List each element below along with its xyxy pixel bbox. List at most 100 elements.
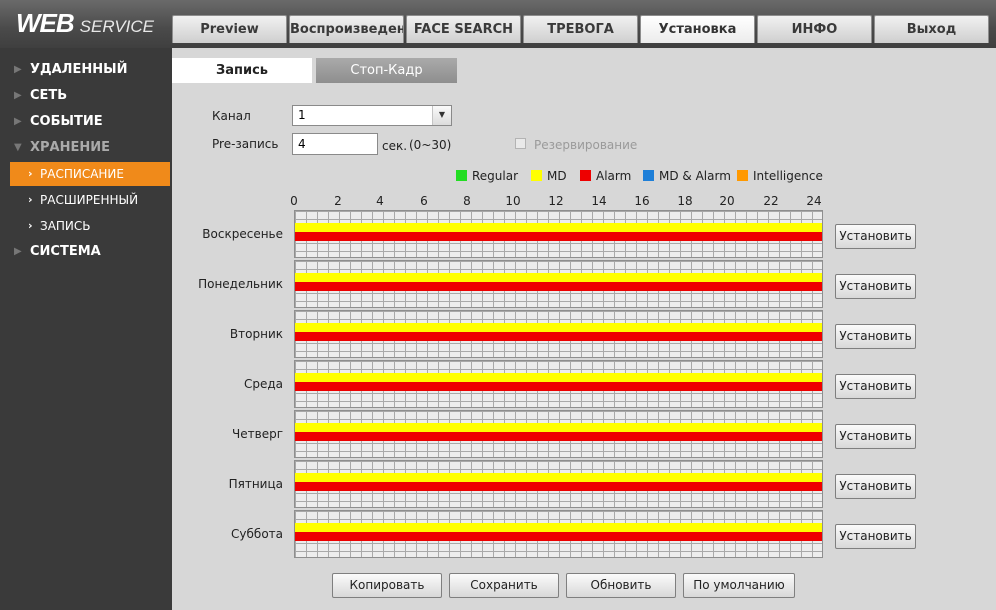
legend-swatch xyxy=(531,170,542,181)
alarm-segment xyxy=(295,382,822,391)
chevron-right-icon: › xyxy=(28,193,33,206)
day-timeline-wednesday[interactable] xyxy=(294,360,823,408)
sidebar-subitem-record[interactable]: › ЗАПИСЬ xyxy=(10,214,170,238)
sidebar: ▶ УДАЛЕННЫЙ ▶ СЕТЬ ▶ СОБЫТИЕ ▼ ХРАНЕНИЕ … xyxy=(0,48,172,610)
md-segment xyxy=(295,523,822,532)
day-label-sunday: Воскресенье xyxy=(202,227,283,241)
legend-label: Alarm xyxy=(596,169,632,183)
day-label-thursday: Четверг xyxy=(232,427,283,441)
refresh-button[interactable]: Обновить xyxy=(566,573,676,598)
hour-label: 18 xyxy=(677,194,693,208)
hour-label: 6 xyxy=(420,194,428,208)
tab-setup[interactable]: Установка xyxy=(640,15,755,43)
md-segment xyxy=(295,423,822,432)
hour-label: 24 xyxy=(806,194,822,208)
legend-alarm: Alarm xyxy=(580,169,631,183)
md-segment xyxy=(295,323,822,332)
set-button-wednesday[interactable]: Установить xyxy=(835,374,916,399)
day-timeline-tuesday[interactable] xyxy=(294,310,823,358)
prerecord-unit: сек. xyxy=(382,139,408,153)
hour-label: 16 xyxy=(634,194,650,208)
day-timeline-friday[interactable] xyxy=(294,460,823,508)
tab-preview[interactable]: Preview xyxy=(172,15,287,43)
md-segment xyxy=(295,473,822,482)
set-button-thursday[interactable]: Установить xyxy=(835,424,916,449)
channel-label: Канал xyxy=(212,109,251,123)
prerecord-input[interactable]: 4 xyxy=(292,133,378,155)
alarm-segment xyxy=(295,432,822,441)
sidebar-item-label: УДАЛЕННЫЙ xyxy=(30,62,128,77)
legend-swatch xyxy=(643,170,654,181)
hour-label: 14 xyxy=(591,194,607,208)
day-timeline-sunday[interactable] xyxy=(294,210,823,258)
logo-main: WEB xyxy=(16,8,75,38)
save-button[interactable]: Сохранить xyxy=(449,573,559,598)
sidebar-subitem-label: РАСПИСАНИЕ xyxy=(40,167,124,181)
sidebar-item-remote[interactable]: ▶ УДАЛЕННЫЙ xyxy=(0,58,172,82)
chevron-down-icon: ▼ xyxy=(432,106,451,125)
alarm-segment xyxy=(295,482,822,491)
sidebar-item-network[interactable]: ▶ СЕТЬ xyxy=(0,84,172,108)
subtab-snapshot[interactable]: Стоп-Кадр xyxy=(316,58,457,83)
alarm-segment xyxy=(295,232,822,241)
reserve-label: Резервирование xyxy=(534,138,638,152)
tab-info[interactable]: ИНФО xyxy=(757,15,872,43)
content-area: Запись Стоп-Кадр Канал 1 ▼ Pre-запись 4 … xyxy=(172,48,996,610)
sidebar-item-event[interactable]: ▶ СОБЫТИЕ xyxy=(0,110,172,134)
sidebar-subitem-advanced[interactable]: › РАСШИРЕННЫЙ xyxy=(10,188,170,212)
day-label-wednesday: Среда xyxy=(243,377,283,391)
legend-label: MD xyxy=(547,169,567,183)
set-button-sunday[interactable]: Установить xyxy=(835,224,916,249)
set-button-monday[interactable]: Установить xyxy=(835,274,916,299)
triangle-right-icon: ▶ xyxy=(14,64,22,75)
sidebar-subitem-label: РАСШИРЕННЫЙ xyxy=(40,193,139,207)
header-bar: WEBSERVICE Preview Воспроизведение FACE … xyxy=(0,0,996,48)
logo-sub: SERVICE xyxy=(79,17,154,36)
hour-label: 10 xyxy=(505,194,521,208)
reserve-checkbox[interactable] xyxy=(515,138,526,149)
chevron-right-icon: › xyxy=(28,167,33,180)
day-timeline-saturday[interactable] xyxy=(294,510,823,558)
tab-playback[interactable]: Воспроизведение xyxy=(289,15,404,43)
sidebar-item-label: СОБЫТИЕ xyxy=(30,114,103,129)
hour-label: 4 xyxy=(376,194,384,208)
sidebar-subitem-schedule[interactable]: › РАСПИСАНИЕ xyxy=(10,162,170,186)
copy-button[interactable]: Копировать xyxy=(332,573,442,598)
day-label-monday: Понедельник xyxy=(198,277,283,291)
day-timeline-thursday[interactable] xyxy=(294,410,823,458)
alarm-segment xyxy=(295,532,822,541)
tab-alarm[interactable]: ТРЕВОГА xyxy=(523,15,638,43)
legend-intelligence: Intelligence xyxy=(737,169,823,183)
alarm-segment xyxy=(295,332,822,341)
subtab-record[interactable]: Запись xyxy=(172,58,312,83)
day-label-saturday: Суббота xyxy=(231,527,283,541)
legend-label: MD & Alarm xyxy=(659,169,731,183)
set-button-saturday[interactable]: Установить xyxy=(835,524,916,549)
triangle-right-icon: ▶ xyxy=(14,90,22,101)
md-segment xyxy=(295,223,822,232)
channel-select[interactable]: 1 ▼ xyxy=(292,105,452,126)
default-button[interactable]: По умолчанию xyxy=(683,573,795,598)
schedule-panel: Канал 1 ▼ Pre-запись 4 сек. (0~30) Резер… xyxy=(172,83,996,610)
sidebar-item-system[interactable]: ▶ СИСТЕМА xyxy=(0,240,172,264)
hour-label: 20 xyxy=(719,194,735,208)
sidebar-item-storage[interactable]: ▼ ХРАНЕНИЕ xyxy=(0,136,172,160)
legend-regular: Regular xyxy=(456,169,518,183)
hour-label: 2 xyxy=(334,194,342,208)
hour-label: 8 xyxy=(463,194,471,208)
set-button-friday[interactable]: Установить xyxy=(835,474,916,499)
legend-swatch xyxy=(737,170,748,181)
set-button-tuesday[interactable]: Установить xyxy=(835,324,916,349)
md-segment xyxy=(295,273,822,282)
legend-label: Intelligence xyxy=(753,169,823,183)
tab-logout[interactable]: Выход xyxy=(874,15,989,43)
prerecord-range: (0~30) xyxy=(409,138,452,152)
tab-face-search[interactable]: FACE SEARCH xyxy=(406,15,521,43)
prerecord-label: Pre-запись xyxy=(212,137,279,151)
logo: WEB SERVICE xyxy=(16,8,154,39)
alarm-segment xyxy=(295,282,822,291)
day-timeline-monday[interactable] xyxy=(294,260,823,308)
sidebar-item-label: СИСТЕМА xyxy=(30,244,101,259)
sidebar-subitem-label: ЗАПИСЬ xyxy=(40,219,91,233)
legend-md-alarm: MD & Alarm xyxy=(643,169,731,183)
